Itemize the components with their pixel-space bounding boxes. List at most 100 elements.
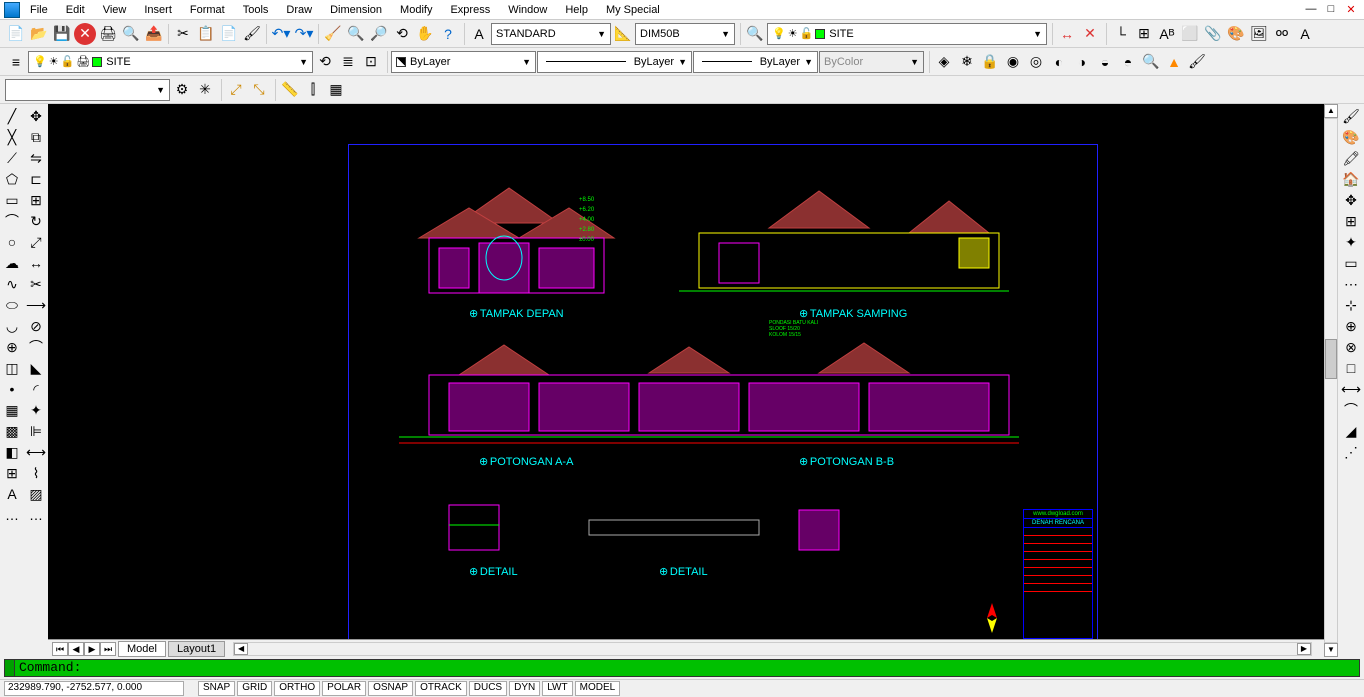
toggle-polar[interactable]: POLAR [322,681,366,696]
quick-input-combo[interactable]: ▼ [5,79,170,101]
erase-icon[interactable]: 🧹 [322,23,344,45]
toggle-ortho[interactable]: ORTHO [274,681,320,696]
array-icon[interactable]: ⊞ [25,190,47,210]
scroll-up-icon[interactable]: ▲ [1324,104,1338,118]
restore-icon[interactable]: □ [1322,3,1340,16]
paste-icon[interactable]: 📄 [218,23,240,45]
palette-icon[interactable]: 🎨 [1225,23,1247,45]
palette-tool-icon[interactable]: 🎨 [1340,127,1362,147]
trim-icon[interactable]: ✂ [25,274,47,294]
make-block-icon[interactable]: ◫ [1,358,23,378]
toggle-ducs[interactable]: DUCS [469,681,507,696]
zoom-window-icon[interactable]: 🔎 [368,23,390,45]
box-icon[interactable]: □ [1340,358,1362,378]
layer-lock-icon[interactable]: 🔒 [979,51,1001,73]
zoom-layer-icon[interactable]: 🔍 [1140,51,1162,73]
layer-search-combo[interactable]: 💡☀🔓 SITE▼ [767,23,1047,45]
brush-tool-icon[interactable]: 🖌 [1340,106,1362,126]
gradient-fill-icon[interactable]: ▩ [1,421,23,441]
offset-icon[interactable]: ⊏ [25,169,47,189]
search-icon[interactable]: 🔍 [744,23,766,45]
menu-help[interactable]: Help [557,2,596,18]
tab-prev-icon[interactable]: ◀ [68,642,84,656]
dim-linear-icon[interactable]: ↔ [1056,23,1078,45]
join-icon[interactable]: ⌒ [25,337,47,357]
layer-previous-icon[interactable]: ⟲ [314,51,336,73]
menu-edit[interactable]: Edit [58,2,93,18]
grid3-icon[interactable]: ⊞ [1340,211,1362,231]
cut-icon[interactable]: ✂ [172,23,194,45]
dim-break-icon[interactable]: ⤢ [225,79,247,101]
tab-layout1[interactable]: Layout1 [168,641,225,657]
tab-model[interactable]: Model [118,641,166,657]
h-scrollbar[interactable]: ◀▶ [233,642,1312,656]
toggle-otrack[interactable]: OTRACK [415,681,467,696]
matchprop-icon[interactable]: 🖌 [241,23,263,45]
snap1-icon[interactable]: ⊹ [1340,295,1362,315]
edit-pline-icon[interactable]: ⌇ [25,463,47,483]
polygon-icon[interactable]: ⬠ [1,169,23,189]
tab-last-icon[interactable]: ⏭ [100,642,116,656]
gradient-icon[interactable]: ▦ [325,79,347,101]
snap2-icon[interactable]: ⊕ [1340,316,1362,336]
menu-tools[interactable]: Tools [235,2,277,18]
textstyle-icon[interactable]: A [468,23,490,45]
tab-next-icon[interactable]: ▶ [84,642,100,656]
layer-off-icon[interactable]: ◈ [933,51,955,73]
text-style-combo[interactable]: STANDARD▼ [491,23,611,45]
dim-space-icon[interactable]: ⤡ [248,79,270,101]
snap3-icon[interactable]: ⊗ [1340,337,1362,357]
arc-icon[interactable]: ⌒ [1,211,23,231]
menu-view[interactable]: View [95,2,135,18]
layer-match-icon[interactable]: ◎ [1025,51,1047,73]
menu-myspecial[interactable]: My Special [598,2,668,18]
line-icon[interactable]: ╱ [1,106,23,126]
layer-merge-icon[interactable]: ◑ [1071,51,1093,73]
open-file-icon[interactable]: 📂 [28,23,50,45]
gear-icon[interactable]: ⚙ [171,79,193,101]
menu-dimension[interactable]: Dimension [322,2,390,18]
ucs-icon[interactable]: └ [1110,23,1132,45]
command-line[interactable]: Command: [4,659,1360,677]
layer-iso-icon[interactable]: ⊡ [360,51,382,73]
layer-copy-icon[interactable]: ◓ [1117,51,1139,73]
color-combo[interactable]: ByLayer▼ [391,51,536,73]
menu-express[interactable]: Express [442,2,498,18]
lineweight-combo[interactable]: ByLayer▼ [693,51,818,73]
print-preview-icon[interactable]: 🔍 [120,23,142,45]
minimize-icon[interactable]: — [1302,3,1320,16]
crosshair-icon[interactable]: ✦ [1340,232,1362,252]
undo-icon[interactable]: ↶▾ [270,23,292,45]
layer-combo[interactable]: 💡☀🔓🖨 SITE▼ [28,51,313,73]
revcloud-icon[interactable]: ☁ [1,253,23,273]
xline-icon[interactable]: ╳ [1,127,23,147]
snap-ext-icon[interactable]: ⟷ [1340,379,1362,399]
print-icon[interactable]: 🖨 [97,23,119,45]
text-tag-icon[interactable]: Aᴮ [1156,23,1178,45]
modify-more-icon[interactable]: … [25,505,47,525]
scale-icon[interactable]: ⤢ [25,232,47,252]
edit-hatch-icon[interactable]: ▨ [25,484,47,504]
chamfer-icon[interactable]: ◣ [25,358,47,378]
close-icon[interactable]: ✕ [1342,3,1360,16]
layer-states-icon[interactable]: ≣ [337,51,359,73]
rectangle-icon[interactable]: ▭ [1,190,23,210]
layer-delete-icon[interactable]: ◒ [1094,51,1116,73]
point-icon[interactable]: • [1,379,23,399]
layer-freeze-icon[interactable]: ❄ [956,51,978,73]
stretch-icon[interactable]: ↔ [25,253,47,273]
table-icon[interactable]: ⊞ [1,463,23,483]
block-icon[interactable]: ⬜ [1179,23,1201,45]
dimstyle-icon[interactable]: 📐 [612,23,634,45]
toggle-osnap[interactable]: OSNAP [368,681,413,696]
region-icon[interactable]: ◧ [1,442,23,462]
rect-small-icon[interactable]: ▭ [1340,253,1362,273]
mtext-icon[interactable]: A [1,484,23,504]
divide-icon[interactable]: ⫿ [302,79,324,101]
draw-more-icon[interactable]: … [1,505,23,525]
layer-walk-icon[interactable]: ◐ [1048,51,1070,73]
polyline-icon[interactable]: ⟋ [1,148,23,168]
zoom-prev-icon[interactable]: ⟲ [391,23,413,45]
layer-make-icon[interactable]: ◉ [1002,51,1024,73]
menu-window[interactable]: Window [500,2,555,18]
